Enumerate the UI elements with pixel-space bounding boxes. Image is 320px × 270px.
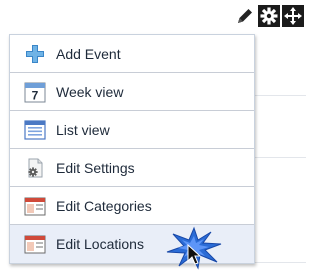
menu-item-list-view[interactable]: List view (10, 111, 254, 149)
page-divider (254, 262, 306, 263)
move-icon[interactable] (282, 5, 304, 27)
gear-icon[interactable] (258, 5, 280, 27)
menu-item-label: Edit Settings (56, 159, 135, 176)
page-divider (254, 95, 306, 96)
window-icon (24, 233, 46, 255)
toolbar (234, 5, 304, 27)
pencil-icon[interactable] (234, 5, 256, 27)
list-icon (24, 119, 46, 141)
calendar-7-icon: 7 (24, 81, 46, 103)
menu-item-label: Week view (56, 83, 124, 100)
svg-text:7: 7 (32, 88, 39, 102)
menu-item-label: Edit Categories (56, 197, 152, 214)
settings-page-icon (24, 157, 46, 179)
menu-item-week-view[interactable]: 7 Week view (10, 73, 254, 111)
menu-item-label: List view (56, 121, 110, 138)
menu-item-add-event[interactable]: Add Event (10, 35, 254, 73)
menu-item-edit-settings[interactable]: Edit Settings (10, 149, 254, 187)
menu-item-edit-categories[interactable]: Edit Categories (10, 187, 254, 225)
plus-icon (24, 43, 46, 65)
menu-item-label: Add Event (56, 45, 121, 62)
menu-item-label: Edit Locations (56, 236, 144, 252)
window-icon (24, 195, 46, 217)
page-divider (254, 157, 306, 158)
mouse-cursor-icon (187, 244, 201, 265)
